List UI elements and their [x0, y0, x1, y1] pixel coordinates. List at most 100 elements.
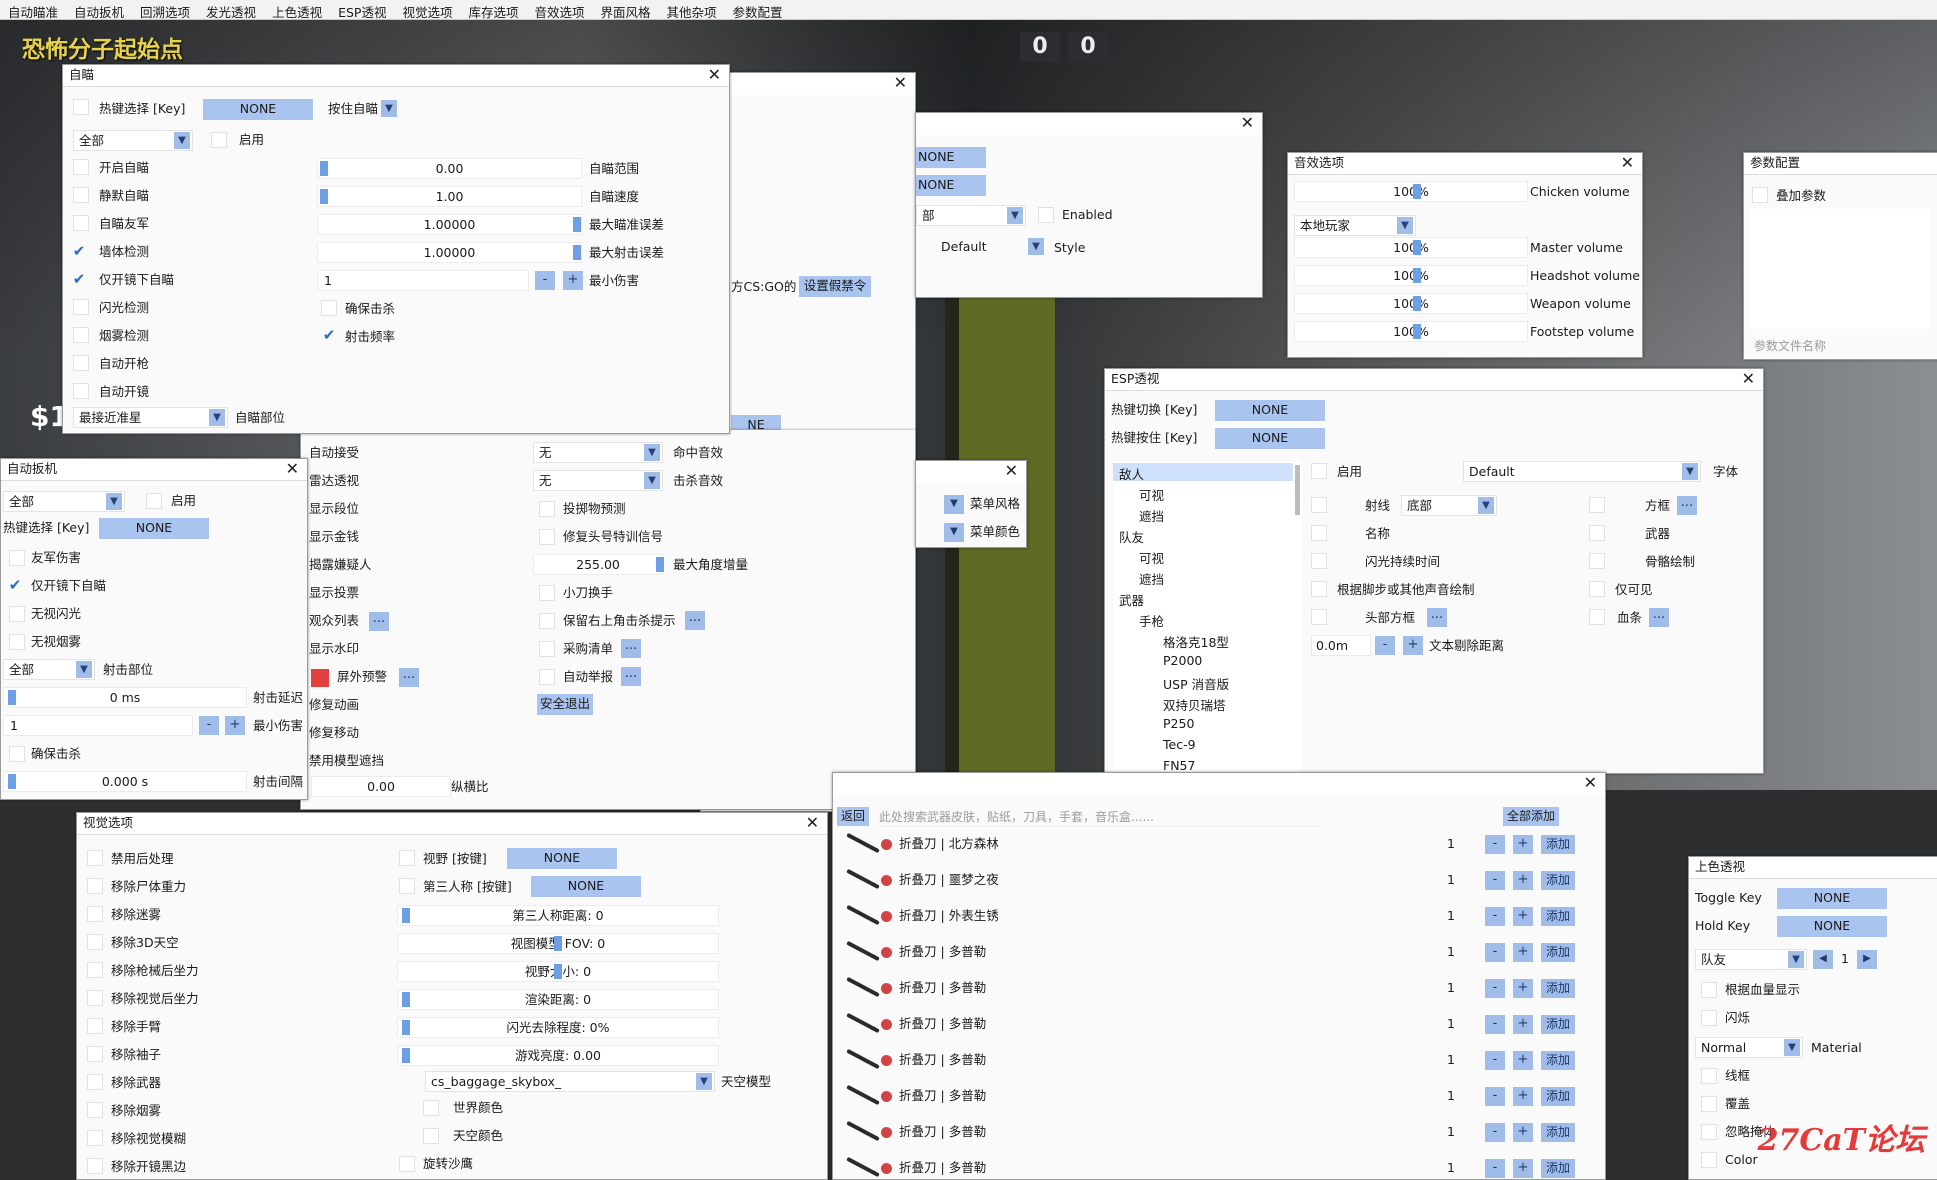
skin-add-button[interactable]: 添加 — [1541, 907, 1575, 926]
tree-node[interactable]: 格洛克18型 — [1163, 632, 1229, 651]
third-person-key-button[interactable]: NONE — [531, 876, 641, 897]
hit-sound-select[interactable]: 无 ▼ — [533, 442, 663, 463]
aim-option-checkbox[interactable] — [73, 159, 89, 175]
style-hotkey-2[interactable]: NONE — [916, 175, 986, 196]
chams-hold-button[interactable]: NONE — [1777, 916, 1887, 937]
close-icon[interactable]: ✕ — [708, 65, 721, 85]
skin-quantity[interactable]: 1 — [1447, 907, 1455, 925]
name-checkbox[interactable] — [1311, 525, 1327, 541]
skin-plus[interactable]: + — [1513, 907, 1533, 926]
skin-quantity[interactable]: 1 — [1447, 979, 1455, 997]
visual-option-checkbox[interactable] — [87, 1130, 103, 1146]
chams-prev-button[interactable]: ◀ — [1813, 950, 1833, 969]
aim-part-select[interactable]: 最接近准星 ▼ — [73, 407, 228, 428]
visual-option-checkbox[interactable] — [87, 990, 103, 1006]
menu-item[interactable]: 视觉选项 — [394, 0, 460, 20]
skin-plus[interactable]: + — [1513, 1087, 1533, 1106]
tree-node[interactable]: 武器 — [1119, 590, 1144, 609]
menu-item[interactable]: 自动扳机 — [66, 0, 132, 20]
menu-item[interactable]: 发光透视 — [198, 0, 264, 20]
knife-swap-checkbox[interactable] — [539, 585, 555, 601]
style-hotkey-1[interactable]: NONE — [916, 147, 986, 168]
aim-option-checkbox[interactable] — [73, 327, 89, 343]
tree-node[interactable]: 敌人 — [1119, 464, 1144, 483]
config-list[interactable] — [1750, 209, 1930, 329]
volume-field[interactable]: 100% — [1294, 321, 1528, 342]
aim-hotkey-button[interactable]: NONE — [203, 99, 313, 120]
sky-color-checkbox[interactable] — [423, 1128, 439, 1144]
slider-handle[interactable] — [402, 908, 410, 923]
aim-speed-field[interactable]: 1.00 — [317, 186, 582, 207]
skin-minus[interactable]: - — [1485, 1051, 1505, 1070]
skin-add-button[interactable]: 添加 — [1541, 1015, 1575, 1034]
visual-option-checkbox[interactable] — [87, 878, 103, 894]
menu-item[interactable]: 上色透视 — [264, 0, 330, 20]
third-person-key-checkbox[interactable] — [399, 878, 415, 894]
skin-add-button[interactable]: 添加 — [1541, 1051, 1575, 1070]
slider-handle[interactable] — [402, 1020, 410, 1035]
style-scope-select[interactable]: 部 ▼ — [916, 205, 1026, 226]
skin-plus[interactable]: + — [1513, 979, 1533, 998]
tree-node[interactable]: 遮挡 — [1139, 506, 1164, 525]
kill-sound-select[interactable]: 无 ▼ — [533, 470, 663, 491]
skin-quantity[interactable]: 1 — [1447, 835, 1455, 853]
slider-handle[interactable] — [554, 964, 562, 979]
skin-plus[interactable]: + — [1513, 1159, 1533, 1178]
style-enabled-checkbox[interactable] — [1038, 207, 1054, 223]
tree-scrollbar[interactable] — [1295, 465, 1300, 515]
auto-report-checkbox[interactable] — [539, 669, 555, 685]
skin-quantity[interactable]: 1 — [1447, 1087, 1455, 1105]
volume-handle[interactable] — [1413, 324, 1421, 339]
chams-next-button[interactable]: ▶ — [1857, 950, 1877, 969]
menu-color-dropdown[interactable]: ▼ — [944, 523, 964, 542]
aim-option-checkbox[interactable] — [73, 383, 89, 399]
volume-handle[interactable] — [1413, 184, 1421, 199]
skin-plus[interactable]: + — [1513, 835, 1533, 854]
trigger-scoped-check[interactable]: ✔ — [7, 577, 23, 593]
visual-option-checkbox[interactable] — [87, 962, 103, 978]
tree-node[interactable]: Tec-9 — [1163, 737, 1196, 752]
skin-add-button[interactable]: 添加 — [1541, 871, 1575, 890]
trigger-scope-select[interactable]: 全部 ▼ — [3, 491, 125, 512]
skin-minus[interactable]: - — [1485, 979, 1505, 998]
visual-option-checkbox[interactable] — [87, 1046, 103, 1062]
tree-node[interactable]: 手枪 — [1139, 611, 1164, 630]
esp-enable-checkbox[interactable] — [1311, 463, 1327, 479]
menu-item[interactable]: 音效选项 — [526, 0, 592, 20]
visual-option-checkbox[interactable] — [87, 1158, 103, 1174]
cull-distance-minus[interactable]: - — [1375, 636, 1395, 655]
box-checkbox[interactable] — [1589, 497, 1605, 513]
aim-option-checkbox[interactable] — [73, 215, 89, 231]
buy-list-more[interactable]: ... — [621, 639, 641, 658]
chams-material-select[interactable]: Normal ▼ — [1695, 1037, 1803, 1058]
volume-field[interactable]: 100% — [1294, 265, 1528, 286]
visual-slider[interactable]: 视野大小: 0 — [397, 961, 719, 982]
skin-plus[interactable]: + — [1513, 943, 1533, 962]
chams-toggle-button[interactable]: NONE — [1777, 888, 1887, 909]
trigger-interval-field[interactable]: 0.000 s — [3, 771, 247, 792]
fake-ban-button[interactable]: 设置假禁令 — [799, 276, 871, 297]
max-angle-field[interactable]: 255.00 — [533, 554, 664, 575]
skin-quantity[interactable]: 1 — [1447, 1123, 1455, 1141]
offscreen-warning-color[interactable] — [311, 669, 329, 687]
fire-rate-check[interactable]: ✔ — [321, 327, 337, 343]
skin-plus[interactable]: + — [1513, 1123, 1533, 1142]
close-icon[interactable]: ✕ — [1241, 113, 1254, 133]
sound-player-select[interactable]: 本地玩家 ▼ — [1294, 215, 1416, 236]
esp-toggle-button[interactable]: NONE — [1215, 400, 1325, 421]
skin-minus[interactable]: - — [1485, 835, 1505, 854]
volume-field[interactable]: 100% — [1294, 237, 1528, 258]
head-box-more[interactable]: ... — [1427, 608, 1447, 627]
skin-add-button[interactable]: 添加 — [1541, 979, 1575, 998]
menu-item[interactable]: ESP透视 — [330, 0, 394, 20]
aim-enable-checkbox[interactable] — [211, 132, 227, 148]
visual-slider[interactable]: 视图模型 FOV: 0 — [397, 933, 719, 954]
close-icon[interactable]: ✕ — [1005, 461, 1018, 481]
skin-minus[interactable]: - — [1485, 1159, 1505, 1178]
aim-mode-select[interactable]: 按住自瞄 ▼ — [323, 99, 399, 120]
visual-option-checkbox[interactable] — [87, 1074, 103, 1090]
aim-scope-select[interactable]: 全部 ▼ — [73, 130, 193, 151]
buy-list-checkbox[interactable] — [539, 641, 555, 657]
skin-plus[interactable]: + — [1513, 1051, 1533, 1070]
config-name-input[interactable]: 参数文件名称 — [1754, 337, 1826, 355]
